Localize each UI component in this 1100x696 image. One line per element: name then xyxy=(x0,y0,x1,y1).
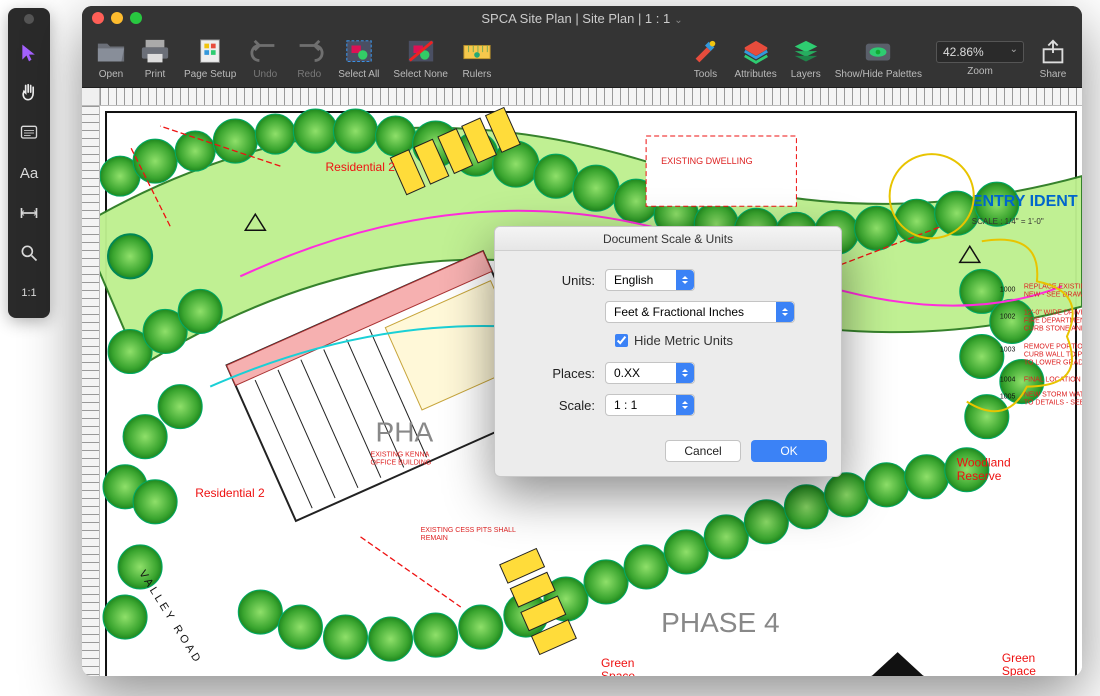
cancel-button[interactable]: Cancel xyxy=(665,440,741,462)
title-chevron-icon: ⌄ xyxy=(674,15,682,26)
undo-icon xyxy=(250,38,280,66)
folder-open-icon xyxy=(96,38,126,66)
pan-tool[interactable] xyxy=(16,80,42,106)
undo-button[interactable]: Undo xyxy=(244,38,286,80)
page-setup-button[interactable]: Page Setup xyxy=(178,38,242,80)
open-button[interactable]: Open xyxy=(90,38,132,80)
scale-select[interactable]: 1 : 1 xyxy=(605,394,695,416)
dialog-title: Document Scale & Units xyxy=(495,227,841,251)
note-tool-icon[interactable] xyxy=(16,120,42,146)
svg-text:SCALE : 1/4" = 1'-0": SCALE : 1/4" = 1'-0" xyxy=(972,217,1044,226)
select-all-button[interactable]: Select All xyxy=(332,38,385,80)
rulers-button[interactable]: Rulers xyxy=(456,38,498,80)
svg-text:1000: 1000 xyxy=(1000,286,1016,293)
show-hide-palettes-button[interactable]: Show/Hide Palettes xyxy=(829,38,928,80)
tools-icon xyxy=(690,38,720,66)
tool-palette: Aa 1:1 xyxy=(8,8,50,318)
zoom-control: Zoom xyxy=(930,41,1030,77)
svg-text:GreenSpace: GreenSpace xyxy=(601,656,635,676)
svg-text:Residential 2: Residential 2 xyxy=(195,486,265,500)
redo-icon xyxy=(294,38,324,66)
rulers-icon xyxy=(462,38,492,66)
select-arrows-icon xyxy=(676,395,694,415)
svg-text:Residential 2: Residential 2 xyxy=(325,160,395,174)
select-all-icon xyxy=(344,38,374,66)
app-window: SPCA Site Plan | Site Plan | 1 : 1⌄ Open… xyxy=(82,6,1082,676)
share-icon xyxy=(1038,38,1068,66)
magnify-tool-icon[interactable] xyxy=(16,240,42,266)
svg-text:EXISTING DWELLING: EXISTING DWELLING xyxy=(661,156,753,166)
ruler-horizontal[interactable] xyxy=(100,88,1082,106)
svg-text:PHASE 4: PHASE 4 xyxy=(661,607,779,638)
tools-button[interactable]: Tools xyxy=(684,38,726,80)
text-tool[interactable]: Aa xyxy=(16,160,42,186)
unit-format-select[interactable]: Feet & Fractional Inches xyxy=(605,301,795,323)
ruler-vertical[interactable] xyxy=(82,106,100,676)
svg-text:REMOVE PORTION OCURB WALL TO P: REMOVE PORTION OCURB WALL TO PROTO LOWER… xyxy=(1024,343,1082,366)
svg-text:EXISTING KENNAOFFICE BUILDING: EXISTING KENNAOFFICE BUILDING xyxy=(371,452,432,467)
svg-text:NEW STORM WATERTO DETAILS - SE: NEW STORM WATERTO DETAILS - SEE ON xyxy=(1024,392,1082,407)
layers-icon xyxy=(791,38,821,66)
places-label: Places: xyxy=(515,366,605,381)
places-select[interactable]: 0.XX xyxy=(605,362,695,384)
page-setup-icon xyxy=(195,38,225,66)
units-label: Units: xyxy=(515,273,605,288)
scale-units-dialog: Document Scale & Units Units: English Fe… xyxy=(494,226,842,477)
one-to-one-tool[interactable]: 1:1 xyxy=(16,280,42,306)
select-arrows-icon xyxy=(676,363,694,383)
select-arrows-icon xyxy=(676,270,694,290)
svg-text:1003: 1003 xyxy=(1000,347,1016,354)
share-button[interactable]: Share xyxy=(1032,38,1074,80)
zoom-field[interactable] xyxy=(936,41,1024,63)
hide-metric-label: Hide Metric Units xyxy=(634,333,733,348)
svg-text:GreenSpace: GreenSpace xyxy=(1002,651,1036,676)
redo-button[interactable]: Redo xyxy=(288,38,330,80)
svg-text:ENTRY IDENT: ENTRY IDENT xyxy=(972,192,1078,210)
ruler-corner xyxy=(82,88,100,106)
svg-text:1004: 1004 xyxy=(1000,377,1016,384)
eye-icon xyxy=(863,38,893,66)
select-arrows-icon xyxy=(776,302,794,322)
svg-text:1002: 1002 xyxy=(1000,313,1016,320)
svg-text:1005: 1005 xyxy=(1000,394,1016,401)
dimension-tool-icon[interactable] xyxy=(16,200,42,226)
units-select[interactable]: English xyxy=(605,269,695,291)
selection-tool[interactable] xyxy=(16,40,42,66)
window-title[interactable]: SPCA Site Plan | Site Plan | 1 : 1⌄ xyxy=(82,11,1082,26)
attributes-button[interactable]: Attributes xyxy=(728,38,782,80)
toolbar: Open Print Page Setup Undo Redo Select A… xyxy=(82,30,1082,88)
ok-button[interactable]: OK xyxy=(751,440,827,462)
print-button[interactable]: Print xyxy=(134,38,176,80)
titlebar: SPCA Site Plan | Site Plan | 1 : 1⌄ xyxy=(82,6,1082,30)
svg-text:PHA: PHA xyxy=(376,417,434,448)
palette-close-dot[interactable] xyxy=(24,14,34,24)
scale-label: Scale: xyxy=(515,398,605,413)
select-none-icon xyxy=(406,38,436,66)
attributes-icon xyxy=(741,38,771,66)
printer-icon xyxy=(140,38,170,66)
hide-metric-checkbox[interactable] xyxy=(615,334,628,347)
select-none-button[interactable]: Select None xyxy=(387,38,453,80)
layers-button[interactable]: Layers xyxy=(785,38,827,80)
